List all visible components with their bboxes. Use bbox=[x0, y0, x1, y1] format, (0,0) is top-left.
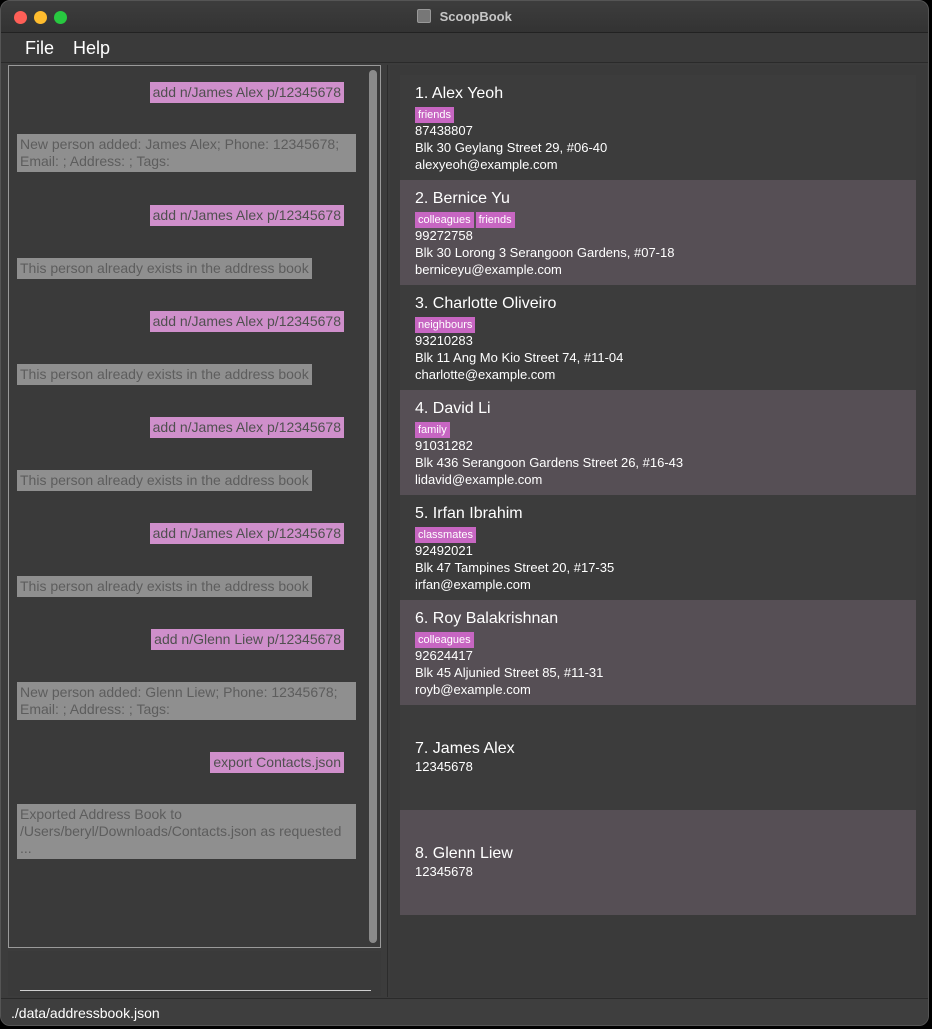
result-message: Exported Address Book to /Users/beryl/Do… bbox=[17, 804, 356, 859]
person-card[interactable]: 5. Irfan Ibrahim classmates 92492021 Blk 47… bbox=[400, 495, 916, 600]
person-index: 6. bbox=[415, 610, 429, 627]
person-email: royb@example.com bbox=[415, 682, 531, 697]
person-phone: 12345678 bbox=[415, 864, 473, 879]
menu-help[interactable]: Help bbox=[73, 38, 110, 59]
result-message: This person already exists in the addres… bbox=[17, 470, 312, 491]
result-message: New person added: Glenn Liew; Phone: 123… bbox=[17, 682, 356, 720]
person-phone: 92492021 bbox=[415, 543, 473, 558]
person-email: berniceyu@example.com bbox=[415, 262, 562, 277]
command-message: add n/James Alex p/12345678 bbox=[149, 82, 344, 103]
command-message: export Contacts.json bbox=[210, 752, 344, 773]
command-message: add n/James Alex p/12345678 bbox=[149, 523, 344, 544]
person-index: 1. bbox=[415, 85, 429, 102]
result-message: This person already exists in the addres… bbox=[17, 258, 312, 279]
tag-badge: neighbours bbox=[415, 317, 476, 333]
person-name-text: Roy Balakrishnan bbox=[432, 610, 559, 627]
menu-file[interactable]: File bbox=[25, 38, 54, 59]
person-phone: 87438807 bbox=[415, 123, 473, 138]
chat-scrollbar[interactable] bbox=[369, 70, 377, 943]
person-phone: 12345678 bbox=[415, 759, 473, 774]
person-index: 2. bbox=[415, 190, 429, 207]
person-email: alexyeoh@example.com bbox=[415, 157, 558, 172]
person-name-text: Alex Yeoh bbox=[431, 85, 504, 102]
person-phone: 91031282 bbox=[415, 438, 473, 453]
person-tags: colleagues bbox=[415, 630, 901, 648]
window-title: ScoopBook bbox=[439, 9, 512, 24]
person-name-text: David Li bbox=[432, 400, 491, 417]
command-box[interactable] bbox=[8, 951, 381, 996]
person-address: Blk 30 Geylang Street 29, #06-40 bbox=[415, 140, 608, 155]
person-email: lidavid@example.com bbox=[415, 472, 543, 487]
person-address: Blk 45 Aljunied Street 85, #11-31 bbox=[415, 665, 604, 680]
person-name-text: Bernice Yu bbox=[432, 190, 510, 207]
person-name: 7. James Alex bbox=[415, 740, 901, 758]
split-divider[interactable] bbox=[387, 65, 388, 997]
person-tags: classmates bbox=[415, 525, 901, 543]
person-tags: family bbox=[415, 420, 901, 438]
person-name: 2. Bernice Yu bbox=[415, 190, 901, 208]
person-index: 7. bbox=[415, 740, 429, 757]
tag-badge: classmates bbox=[415, 527, 477, 543]
menu-bar: File Help bbox=[1, 33, 928, 63]
person-address: Blk 47 Tampines Street 20, #17-35 bbox=[415, 560, 615, 575]
person-name-text: Charlotte Oliveiro bbox=[432, 295, 557, 312]
app-window: ScoopBook File Help add n/James Alex p/1… bbox=[0, 0, 929, 1026]
command-message: add n/Glenn Liew p/12345678 bbox=[151, 629, 344, 650]
tag-badge: friends bbox=[415, 107, 455, 123]
person-card[interactable]: 6. Roy Balakrishnan colleagues 92624417 Blk… bbox=[400, 600, 916, 705]
person-email: charlotte@example.com bbox=[415, 367, 556, 382]
result-display-panel: add n/James Alex p/12345678 New person ad… bbox=[8, 65, 381, 948]
title-bar[interactable]: ScoopBook bbox=[1, 1, 928, 33]
person-card[interactable]: 8. Glenn Liew 12345678 bbox=[400, 810, 916, 915]
person-card[interactable]: 4. David Li family 91031282 Blk 436 Serango… bbox=[400, 390, 916, 495]
person-list: 1. Alex Yeoh friends 87438807 Blk 30 Geylan… bbox=[390, 65, 927, 997]
person-index: 8. bbox=[415, 845, 429, 862]
person-address: Blk 30 Lorong 3 Serangoon Gardens, #07-1… bbox=[415, 245, 675, 260]
person-phone: 99272758 bbox=[415, 228, 473, 243]
person-name: 3. Charlotte Oliveiro bbox=[415, 295, 901, 313]
result-message: This person already exists in the addres… bbox=[17, 364, 312, 385]
person-index: 3. bbox=[415, 295, 429, 312]
person-card[interactable]: 1. Alex Yeoh friends 87438807 Blk 30 Geylan… bbox=[400, 75, 916, 180]
status-file-path: ./data/addressbook.json bbox=[11, 1005, 160, 1021]
person-name: 6. Roy Balakrishnan bbox=[415, 610, 901, 628]
person-tags: colleagues friends bbox=[415, 210, 901, 228]
person-index: 5. bbox=[415, 505, 429, 522]
person-card[interactable]: 2. Bernice Yu colleagues friends 99272758 Bl… bbox=[400, 180, 916, 285]
person-phone: 93210283 bbox=[415, 333, 473, 348]
person-card[interactable]: 7. James Alex 12345678 bbox=[400, 705, 916, 810]
person-address: Blk 436 Serangoon Gardens Street 26, #16… bbox=[415, 455, 684, 470]
person-index: 4. bbox=[415, 400, 429, 417]
tag-badge: colleagues bbox=[415, 212, 474, 228]
person-tags: friends bbox=[415, 105, 901, 123]
command-message: add n/James Alex p/12345678 bbox=[149, 205, 344, 226]
tag-badge: friends bbox=[475, 212, 515, 228]
person-email: irfan@example.com bbox=[415, 577, 531, 592]
person-name-text: James Alex bbox=[432, 740, 515, 757]
person-name: 1. Alex Yeoh bbox=[415, 85, 901, 103]
chat-history: add n/James Alex p/12345678 New person ad… bbox=[9, 66, 367, 947]
person-name-text: Irfan Ibrahim bbox=[432, 505, 523, 522]
result-message: This person already exists in the addres… bbox=[17, 576, 312, 597]
command-input[interactable] bbox=[20, 990, 371, 991]
result-message: New person added: James Alex; Phone: 123… bbox=[17, 134, 356, 172]
person-card[interactable]: 3. Charlotte Oliveiro neighbours 93210283 B… bbox=[400, 285, 916, 390]
person-name: 8. Glenn Liew bbox=[415, 845, 901, 863]
person-name-text: Glenn Liew bbox=[432, 845, 513, 862]
command-message: add n/James Alex p/12345678 bbox=[149, 311, 344, 332]
tag-badge: colleagues bbox=[415, 632, 474, 648]
tag-badge: family bbox=[415, 422, 450, 438]
status-bar: ./data/addressbook.json bbox=[1, 998, 928, 1025]
command-message: add n/James Alex p/12345678 bbox=[149, 417, 344, 438]
person-phone: 92624417 bbox=[415, 648, 473, 663]
person-name: 4. David Li bbox=[415, 400, 901, 418]
app-icon bbox=[417, 9, 432, 23]
person-name: 5. Irfan Ibrahim bbox=[415, 505, 901, 523]
person-tags: neighbours bbox=[415, 315, 901, 333]
person-address: Blk 11 Ang Mo Kio Street 74, #11-04 bbox=[415, 350, 624, 365]
